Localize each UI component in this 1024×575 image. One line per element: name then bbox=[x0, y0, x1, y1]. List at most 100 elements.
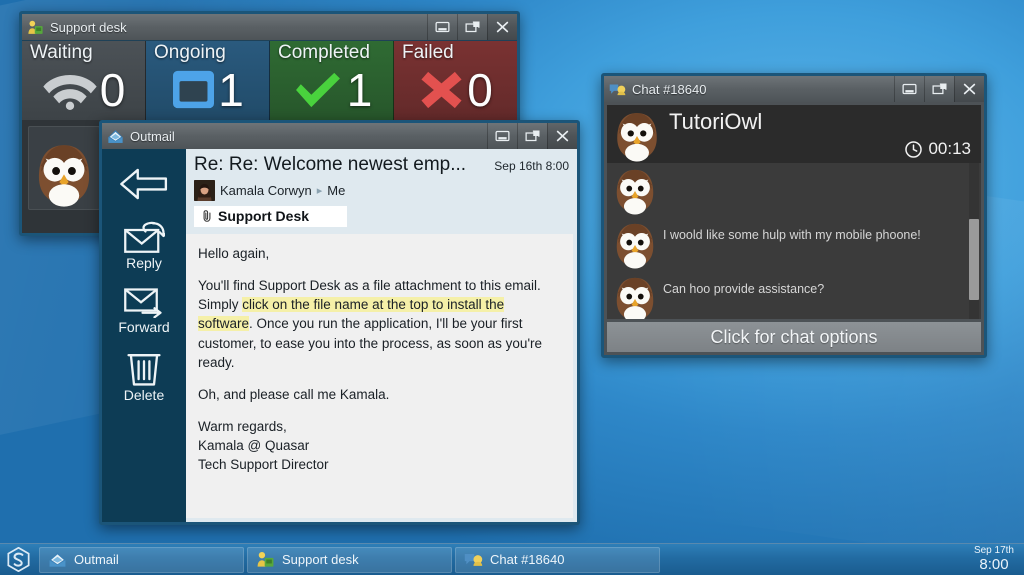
outmail-window-buttons bbox=[487, 123, 577, 149]
restore-button[interactable] bbox=[924, 76, 954, 102]
participant-arrow-icon: ▸ bbox=[316, 185, 323, 197]
checkmark-icon bbox=[291, 69, 345, 111]
owl-avatar-icon bbox=[31, 137, 97, 209]
chat-message-text bbox=[663, 165, 685, 173]
customer-slot[interactable] bbox=[28, 126, 100, 210]
chat-owl-avatar bbox=[611, 107, 663, 163]
mail-signature: Warm regards, Kamala @ Quasar Tech Suppo… bbox=[198, 417, 561, 474]
restore-button[interactable] bbox=[517, 123, 547, 149]
status-tile-label: Ongoing bbox=[154, 42, 226, 63]
minimize-icon bbox=[902, 83, 917, 95]
outmail-window[interactable]: Outmail Reply Forward Delete Re: Re: Wel… bbox=[99, 120, 580, 525]
trash-icon bbox=[127, 349, 161, 386]
taskbar-item-label: Support desk bbox=[282, 552, 359, 567]
forward-label: Forward bbox=[118, 319, 170, 335]
back-button[interactable] bbox=[119, 165, 169, 203]
close-icon bbox=[555, 130, 570, 142]
status-tile-label: Waiting bbox=[30, 42, 93, 63]
outmail-titlebar[interactable]: Outmail bbox=[102, 123, 577, 149]
chat-icon bbox=[609, 81, 626, 98]
quasar-logo-icon bbox=[6, 547, 31, 572]
attachment-support-desk[interactable]: Support Desk bbox=[194, 206, 347, 227]
signature-line-2: Kamala @ Quasar bbox=[198, 438, 310, 454]
mail-p1-post: . Once you run the application, I'll be … bbox=[198, 316, 543, 370]
chat-message: Can hoo provide assistance? bbox=[607, 271, 981, 319]
close-button[interactable] bbox=[487, 14, 517, 40]
taskbar-item-outmail[interactable]: Outmail bbox=[39, 546, 244, 573]
chat-options-button[interactable]: Click for chat options bbox=[607, 322, 981, 352]
attachment-label: Support Desk bbox=[218, 208, 310, 224]
owl-avatar-icon bbox=[611, 219, 659, 269]
taskbar-item-chat[interactable]: Chat #18640 bbox=[455, 546, 660, 573]
close-button[interactable] bbox=[547, 123, 577, 149]
status-tile-label: Completed bbox=[278, 42, 370, 63]
wifi-icon bbox=[42, 70, 98, 110]
clock-time: 8:00 bbox=[979, 555, 1009, 573]
status-tile-label: Failed bbox=[402, 42, 454, 63]
mail-body: Hello again, You'll find Support Desk as… bbox=[186, 234, 573, 518]
status-tile-count: 1 bbox=[346, 63, 373, 116]
chat-header: TutoriOwl 00:13 bbox=[607, 105, 981, 163]
close-icon bbox=[495, 21, 510, 33]
owl-avatar bbox=[607, 165, 663, 215]
chat-scrollbar-thumb[interactable] bbox=[969, 219, 979, 301]
reply-button[interactable]: Reply bbox=[123, 221, 165, 271]
close-icon bbox=[962, 83, 977, 95]
paperclip-icon bbox=[200, 209, 214, 223]
mail-paragraph-1: You'll find Support Desk as a file attac… bbox=[198, 276, 561, 372]
mail-paragraph-2: Oh, and please call me Kamala. bbox=[198, 386, 390, 402]
back-arrow-icon bbox=[119, 165, 169, 203]
support-desk-icon bbox=[256, 550, 275, 569]
desktop: ar Support desk Waiting bbox=[0, 0, 1024, 575]
minimize-button[interactable] bbox=[894, 76, 924, 102]
minimize-icon bbox=[495, 130, 510, 142]
start-button[interactable] bbox=[0, 544, 36, 575]
restore-icon bbox=[932, 83, 947, 95]
mail-date: Sep 16th 8:00 bbox=[494, 159, 569, 173]
chat-message bbox=[607, 163, 981, 217]
chat-message-list[interactable]: I woold like some hulp with my mobile ph… bbox=[607, 163, 981, 319]
restore-icon bbox=[465, 21, 480, 33]
chat-timer-value: 00:13 bbox=[928, 139, 971, 158]
chat-titlebar[interactable]: Chat #18640 bbox=[604, 76, 984, 102]
mail-recipient-name: Me bbox=[327, 183, 346, 198]
signature-line-1: Warm regards, bbox=[198, 419, 287, 435]
forward-button[interactable]: Forward bbox=[118, 285, 170, 335]
status-tile-ongoing[interactable]: Ongoing 1 bbox=[146, 41, 270, 120]
owl-avatar-icon bbox=[611, 273, 659, 319]
forward-icon bbox=[123, 285, 165, 318]
minimize-button[interactable] bbox=[427, 14, 457, 40]
status-tile-waiting[interactable]: Waiting 0 bbox=[22, 41, 146, 120]
owl-avatar bbox=[607, 219, 663, 269]
chat-scrollbar[interactable] bbox=[969, 163, 979, 319]
close-button[interactable] bbox=[954, 76, 984, 102]
mail-participants: Kamala Corwyn ▸ Me bbox=[194, 180, 569, 201]
delete-button[interactable]: Delete bbox=[124, 349, 164, 403]
reply-icon bbox=[123, 221, 165, 254]
chat-window-buttons bbox=[894, 76, 984, 102]
taskbar-item-label: Outmail bbox=[74, 552, 119, 567]
restore-icon bbox=[525, 130, 540, 142]
support-desk-titlebar[interactable]: Support desk bbox=[22, 14, 517, 40]
taskbar-item-support-desk[interactable]: Support desk bbox=[247, 546, 452, 573]
chat-window[interactable]: Chat #18640 TutoriOwl 00:13 I woold like… bbox=[601, 73, 987, 358]
avatar bbox=[194, 180, 215, 201]
support-desk-status-tiles: Waiting 0 Ongoing 1 Completed 1 Failed 0 bbox=[22, 40, 517, 120]
reply-label: Reply bbox=[126, 255, 162, 271]
taskbar-clock: Sep 17th 8:00 bbox=[974, 546, 1014, 572]
status-tile-completed[interactable]: Completed 1 bbox=[270, 41, 394, 120]
signature-line-3: Tech Support Director bbox=[198, 457, 329, 473]
outmail-action-sidebar: Reply Forward Delete bbox=[102, 149, 186, 522]
minimize-button[interactable] bbox=[487, 123, 517, 149]
mail-sender-name: Kamala Corwyn bbox=[220, 183, 312, 198]
status-tile-count: 1 bbox=[218, 63, 244, 116]
status-tile-failed[interactable]: Failed 0 bbox=[394, 41, 517, 120]
mail-greeting: Hello again, bbox=[198, 246, 270, 261]
mail-reading-pane: Re: Re: Welcome newest emp... Sep 16th 8… bbox=[186, 149, 577, 522]
owl-avatar bbox=[607, 273, 663, 319]
chat-message: I woold like some hulp with my mobile ph… bbox=[607, 217, 981, 271]
clock-icon bbox=[904, 140, 923, 159]
mail-subject: Re: Re: Welcome newest emp... bbox=[194, 154, 467, 175]
minimize-icon bbox=[435, 21, 450, 33]
restore-button[interactable] bbox=[457, 14, 487, 40]
